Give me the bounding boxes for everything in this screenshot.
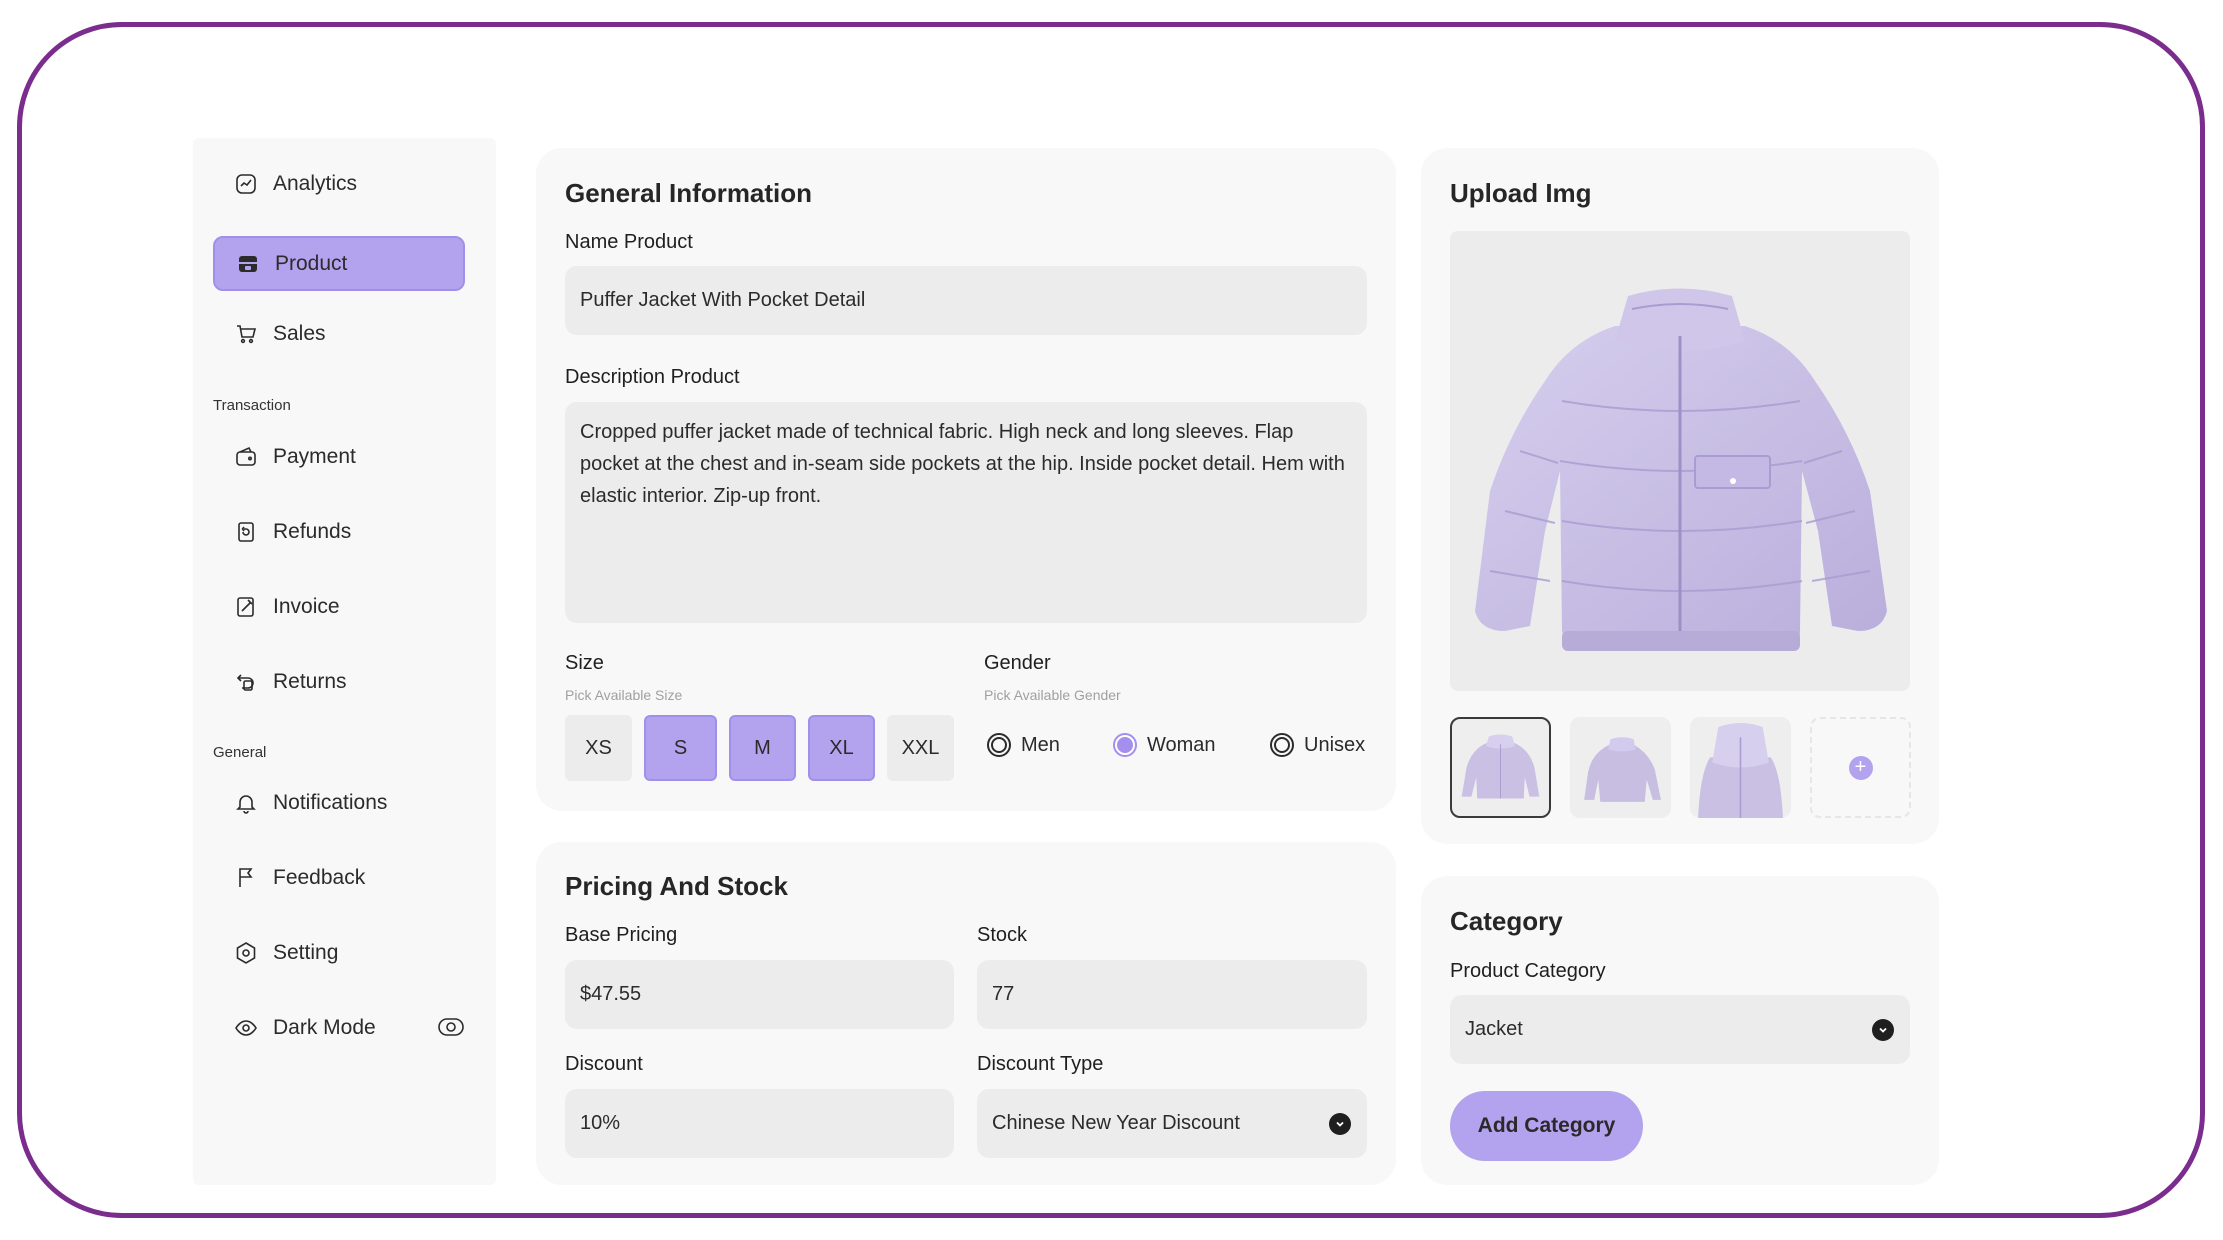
product-category-value: Jacket bbox=[1465, 1018, 1523, 1040]
sidebar-item-sales[interactable]: Sales bbox=[213, 306, 465, 361]
product-category-select[interactable]: Jacket bbox=[1450, 995, 1910, 1064]
analytics-icon bbox=[233, 171, 259, 197]
sidebar-item-returns[interactable]: Returns bbox=[213, 654, 465, 709]
sidebar-item-label: Invoice bbox=[273, 594, 340, 618]
base-pricing-input[interactable] bbox=[565, 960, 954, 1029]
jacket-image bbox=[1475, 288, 1887, 651]
name-product-label: Name Product bbox=[565, 231, 693, 253]
sidebar-item-refunds[interactable]: Refunds bbox=[213, 504, 465, 559]
gender-option-woman[interactable]: Woman bbox=[1113, 733, 1216, 757]
flag-icon bbox=[233, 865, 259, 891]
card-title: Pricing And Stock bbox=[565, 871, 788, 901]
gender-hint: Pick Available Gender bbox=[984, 687, 1121, 703]
size-option-xs[interactable]: XS bbox=[565, 715, 632, 781]
chevron-down-icon bbox=[1872, 1018, 1894, 1041]
plus-icon: + bbox=[1848, 755, 1873, 780]
sidebar-item-payment[interactable]: Payment bbox=[213, 429, 465, 484]
discount-label: Discount bbox=[565, 1053, 643, 1075]
radio-checked-icon bbox=[1113, 733, 1137, 757]
gear-icon bbox=[233, 940, 259, 966]
sidebar-item-label: Notifications bbox=[273, 790, 388, 814]
returns-icon bbox=[233, 669, 259, 695]
sidebar: Analytics Product Sales Transaction Paym… bbox=[193, 138, 496, 1185]
base-pricing-label: Base Pricing bbox=[565, 924, 678, 946]
discount-type-select[interactable]: Chinese New Year Discount bbox=[977, 1089, 1367, 1158]
sidebar-item-feedback[interactable]: Feedback bbox=[213, 850, 465, 905]
thumbnail-1[interactable] bbox=[1450, 717, 1551, 818]
pricing-stock-card: Pricing And Stock Base Pricing Stock Dis… bbox=[536, 842, 1396, 1185]
sidebar-item-product[interactable]: Product bbox=[213, 236, 465, 291]
invoice-icon bbox=[233, 594, 259, 620]
jacket-front-thumbnail bbox=[1461, 734, 1540, 799]
size-label: Size bbox=[565, 652, 604, 674]
sidebar-item-invoice[interactable]: Invoice bbox=[213, 579, 465, 634]
eye-icon bbox=[233, 1015, 259, 1041]
add-image-button[interactable]: + bbox=[1810, 717, 1911, 818]
sidebar-item-setting[interactable]: Setting bbox=[213, 925, 465, 980]
sidebar-item-label: Refunds bbox=[273, 519, 352, 543]
cart-icon bbox=[233, 321, 259, 347]
radio-icon bbox=[1270, 733, 1294, 757]
gender-option-label: Woman bbox=[1147, 733, 1216, 756]
sidebar-item-label: Returns bbox=[273, 669, 347, 693]
size-option-s[interactable]: S bbox=[644, 715, 717, 781]
thumbnail-2[interactable] bbox=[1570, 717, 1671, 818]
discount-input[interactable] bbox=[565, 1089, 954, 1158]
size-hint: Pick Available Size bbox=[565, 687, 683, 703]
sidebar-item-analytics[interactable]: Analytics bbox=[213, 156, 465, 211]
section-general: General bbox=[213, 744, 267, 761]
stock-input[interactable] bbox=[977, 960, 1367, 1029]
product-icon bbox=[235, 251, 261, 277]
gender-option-men[interactable]: Men bbox=[987, 733, 1060, 757]
dark-mode-toggle-icon[interactable] bbox=[437, 1013, 465, 1041]
section-transaction: Transaction bbox=[213, 397, 291, 414]
sidebar-item-label: Dark Mode bbox=[273, 1015, 376, 1039]
description-label: Description Product bbox=[565, 366, 740, 388]
size-option-xl[interactable]: XL bbox=[808, 715, 875, 781]
sidebar-item-label: Analytics bbox=[273, 171, 358, 195]
thumbnail-3[interactable] bbox=[1690, 717, 1791, 818]
card-title: Upload Img bbox=[1450, 178, 1592, 208]
size-option-m[interactable]: M bbox=[729, 715, 796, 781]
stock-label: Stock bbox=[977, 924, 1028, 946]
sidebar-item-label: Sales bbox=[273, 321, 326, 345]
sidebar-item-label: Product bbox=[275, 251, 348, 275]
sidebar-item-label: Feedback bbox=[273, 865, 366, 889]
sidebar-item-dark-mode[interactable]: Dark Mode bbox=[213, 1000, 465, 1055]
chevron-down-icon bbox=[1329, 1112, 1351, 1135]
refund-icon bbox=[233, 519, 259, 545]
discount-type-value: Chinese New Year Discount bbox=[992, 1112, 1240, 1134]
description-textarea[interactable]: Cropped puffer jacket made of technical … bbox=[565, 402, 1367, 623]
radio-icon bbox=[987, 733, 1011, 757]
main-product-image bbox=[1450, 231, 1910, 691]
discount-type-label: Discount Type bbox=[977, 1053, 1104, 1075]
wallet-icon bbox=[233, 444, 259, 470]
general-information-card: General Information Name Product Descrip… bbox=[536, 148, 1396, 811]
size-option-xxl[interactable]: XXL bbox=[887, 715, 954, 781]
sidebar-item-notifications[interactable]: Notifications bbox=[213, 775, 465, 830]
add-category-button[interactable]: Add Category bbox=[1450, 1091, 1643, 1161]
card-title: General Information bbox=[565, 178, 813, 208]
gender-label: Gender bbox=[984, 652, 1051, 674]
jacket-angle-thumbnail bbox=[1584, 737, 1661, 802]
gender-option-label: Unisex bbox=[1304, 733, 1366, 756]
sidebar-item-label: Payment bbox=[273, 444, 356, 468]
card-title: Category bbox=[1450, 906, 1563, 936]
name-product-input[interactable] bbox=[565, 266, 1367, 335]
sidebar-item-label: Setting bbox=[273, 940, 339, 964]
gender-option-label: Men bbox=[1021, 733, 1060, 756]
jacket-collar-thumbnail bbox=[1698, 723, 1783, 818]
product-category-label: Product Category bbox=[1450, 960, 1606, 982]
gender-option-unisex[interactable]: Unisex bbox=[1270, 733, 1365, 757]
bell-icon bbox=[233, 790, 259, 816]
